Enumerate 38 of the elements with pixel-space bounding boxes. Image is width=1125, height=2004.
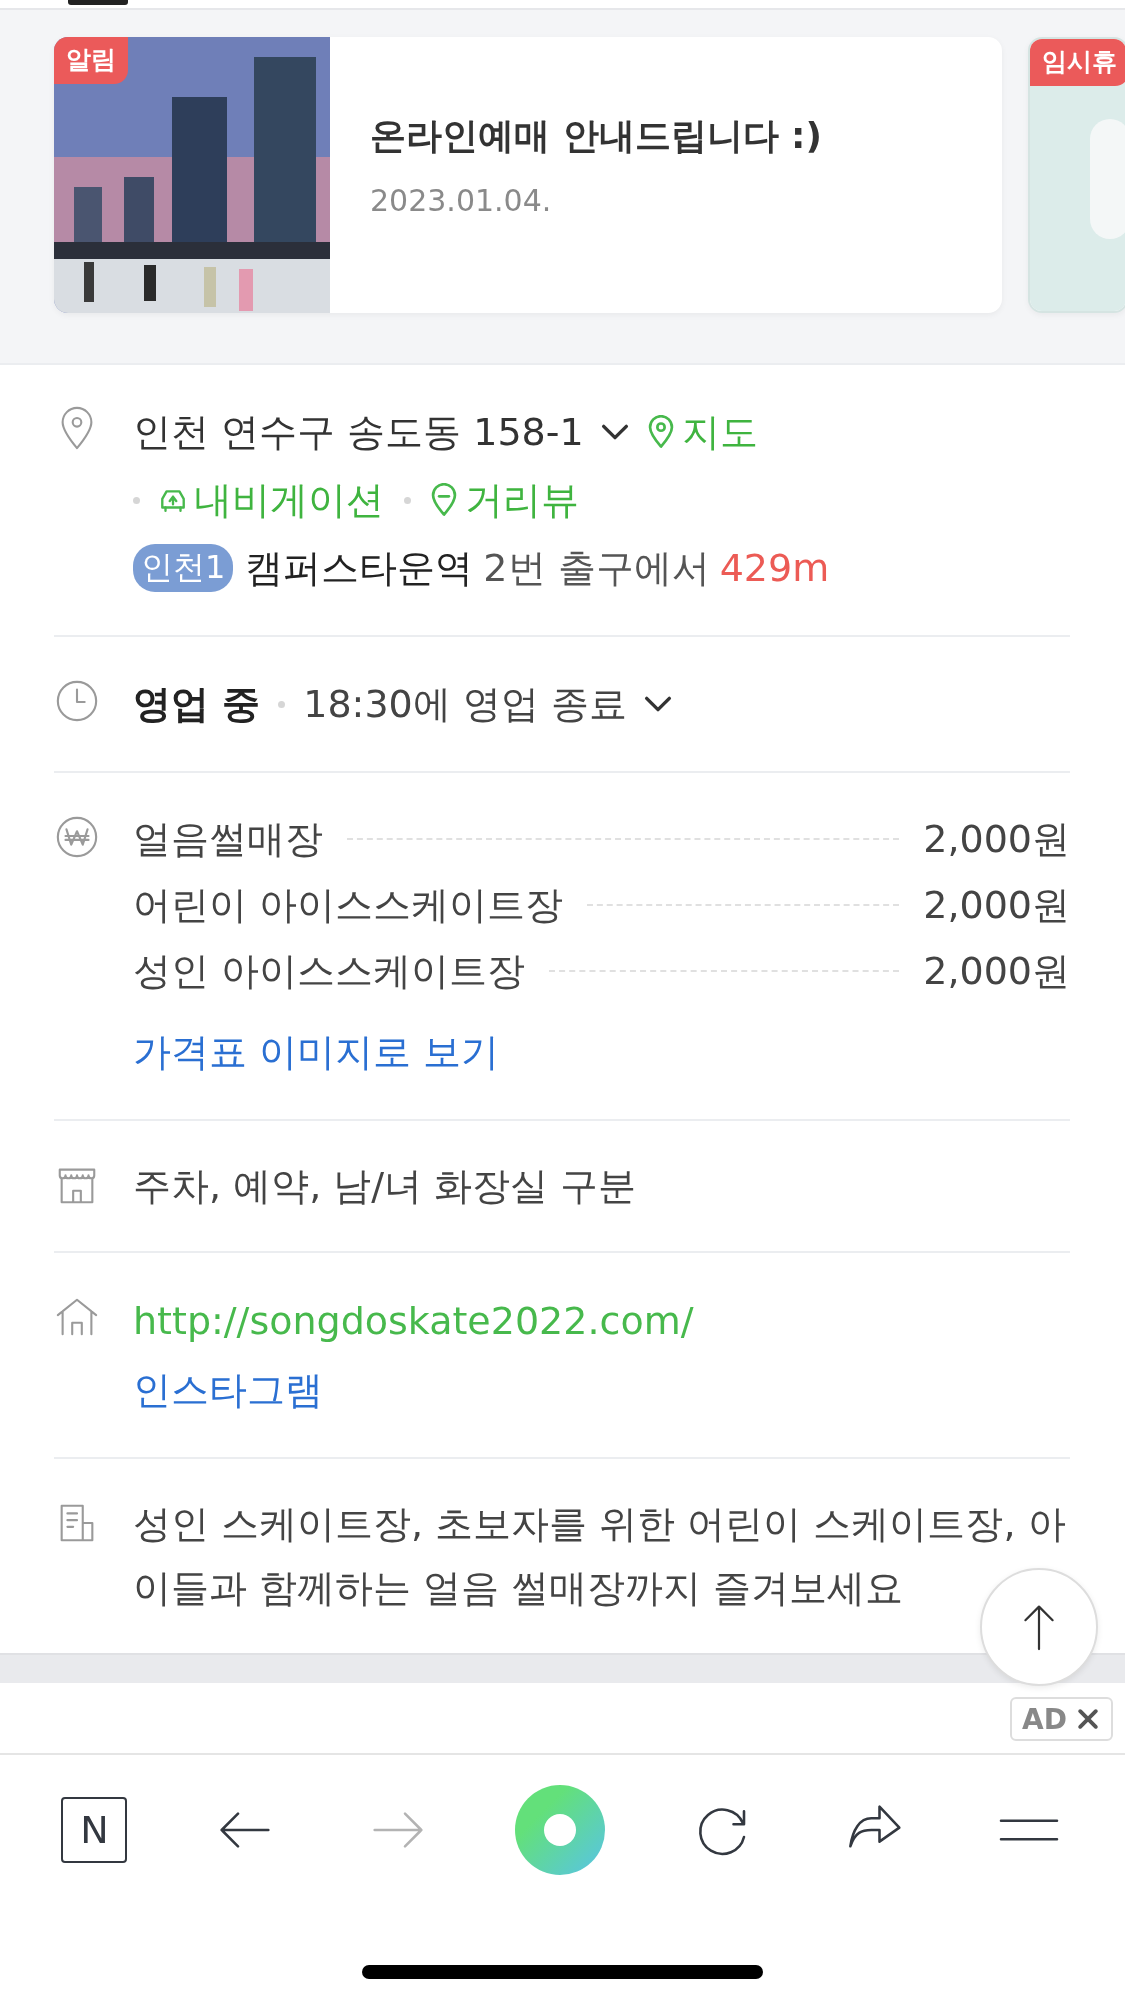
separator-dot	[404, 496, 411, 504]
separator-dot	[133, 496, 140, 504]
amenities-text: 주차, 예약, 남/녀 화장실 구분	[133, 1163, 638, 1210]
open-status: 영업 중	[133, 680, 261, 728]
instagram-link[interactable]: 인스타그램	[133, 1356, 1070, 1424]
notice-tag: 알림	[54, 37, 128, 84]
price-value: 2,000원	[923, 947, 1070, 995]
address-text: 인천 연수구 송도동 158-1	[133, 408, 584, 456]
price-item-name: 성인 아이스스케이트장	[133, 947, 526, 995]
price-item-name: 얼음썰매장	[133, 815, 323, 863]
subway-line-badge: 인천1	[133, 544, 234, 592]
home-button[interactable]: N	[61, 1797, 128, 1863]
station-name: 캠퍼스타운역	[245, 544, 474, 592]
price-value: 2,000원	[923, 881, 1070, 929]
separator-dot	[278, 700, 286, 708]
price-image-link[interactable]: 가격표 이미지로 보기	[133, 1018, 1070, 1086]
notice-card[interactable]: 임시휴	[1028, 37, 1125, 313]
notice-card[interactable]: 알림 온라인예매 안내드립니다 :) 2023.01.04.	[54, 37, 1002, 313]
street-view-link[interactable]: 거리뷰	[429, 474, 579, 526]
location-pin-icon	[429, 483, 459, 517]
ad-badge[interactable]: AD	[1010, 1697, 1113, 1741]
tab-indicator	[68, 0, 128, 5]
ring-dot-icon[interactable]	[515, 1785, 606, 1875]
map-link[interactable]: 지도	[645, 406, 758, 458]
price-value: 2,000원	[923, 815, 1070, 863]
notice-tag: 임시휴	[1030, 39, 1125, 86]
won-icon	[54, 814, 100, 860]
notice-date: 2023.01.04.	[370, 183, 553, 218]
close-icon[interactable]	[1075, 1706, 1101, 1732]
description-text: 성인 스케이트장, 초보자를 위한 어린이 스케이트장, 아이들과 함께하는 얼음 썰매장까지 즐겨보세요	[133, 1501, 1067, 1612]
notice-title: 온라인예매 안내드립니다 :)	[370, 114, 822, 158]
exit-text: 2번 출구에서	[483, 544, 710, 592]
website-link[interactable]: http://songdoskate2022.com/	[133, 1286, 1070, 1356]
distance-text: 429m	[719, 546, 830, 590]
price-item-name: 어린이 아이스스케이트장	[133, 881, 564, 929]
navigation-link[interactable]: 내비게이션	[158, 474, 384, 526]
closing-time: 18:30에 영업 종료	[303, 680, 627, 728]
clock-icon	[54, 678, 100, 724]
